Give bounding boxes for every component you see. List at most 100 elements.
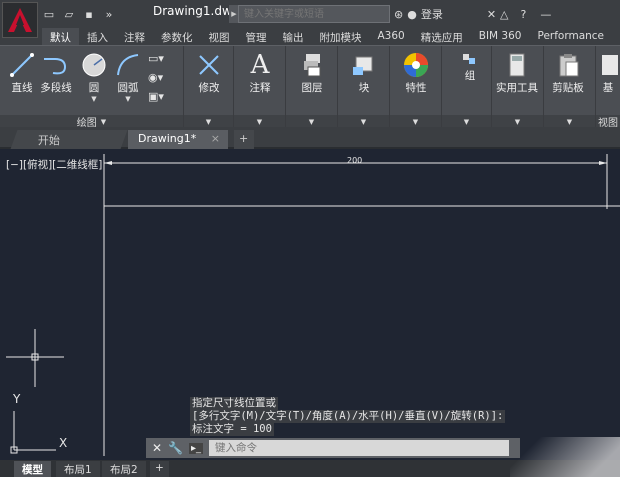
base-label: 基: [602, 82, 614, 94]
text-icon: A: [250, 50, 270, 80]
polyline-label: 多段线: [40, 82, 72, 94]
help-icon[interactable]: ?: [521, 8, 527, 21]
tab-parametric[interactable]: 参数化: [153, 28, 201, 45]
viewport-controls[interactable]: [−][俯视][二维线框]: [6, 157, 102, 172]
tab-a360[interactable]: A360: [370, 28, 413, 45]
ribbon-tab-bar: 默认 插入 注释 参数化 视图 管理 输出 附加模块 A360 精选应用 BIM…: [0, 28, 620, 45]
tab-view[interactable]: 视图: [201, 28, 238, 45]
search-input[interactable]: [238, 5, 390, 23]
document-title: Drawing1.dwg: [153, 4, 240, 18]
tab-insert[interactable]: 插入: [79, 28, 116, 45]
titlebar-tools: ⊛ ● 登录 ✕ △ ? —: [394, 4, 551, 24]
command-input[interactable]: [209, 440, 510, 456]
layers-icon: [304, 54, 321, 77]
layers-label: 图层: [301, 82, 323, 94]
annotation-panel: A 注释 ▼: [234, 46, 286, 128]
tab-addins[interactable]: 附加模块: [312, 28, 370, 45]
group-icon: [463, 54, 475, 64]
arc-label: 圆弧: [117, 82, 139, 94]
start-tab[interactable]: 开始: [10, 130, 128, 149]
layers-tool[interactable]: 图层: [296, 50, 328, 95]
color-wheel-icon: [404, 53, 428, 77]
tab-annotate[interactable]: 注释: [116, 28, 153, 45]
move-icon: [199, 55, 219, 75]
draw-panel: 直线 多段线 圆 ▼ 圆弧 ▼ ▭▾ ◉▾ ▣▾ 绘图 ▼: [0, 46, 184, 129]
close-command-icon[interactable]: ✕: [152, 441, 162, 455]
command-line: ✕ 🔧 ▸_: [146, 438, 520, 458]
tab-bim360[interactable]: BIM 360: [471, 28, 530, 45]
new-layout-button[interactable]: +: [150, 461, 169, 477]
autocad-logo-icon: [8, 8, 32, 32]
a360-icon[interactable]: △: [500, 8, 508, 21]
utilities-tool[interactable]: 实用工具: [496, 50, 538, 95]
line-label: 直线: [11, 82, 33, 94]
ribbon-panel: 直线 多段线 圆 ▼ 圆弧 ▼ ▭▾ ◉▾ ▣▾ 绘图 ▼ 修改 ▼ A 注释 …: [0, 45, 620, 129]
block-panel: 块 ▼: [338, 46, 390, 128]
command-history: 指定尺寸线位置或 [多行文字(M)/文字(T)/角度(A)/水平(H)/垂直(V…: [190, 397, 520, 436]
more-tools-icon[interactable]: »: [100, 4, 118, 24]
command-prompt-icon[interactable]: ▸_: [189, 442, 204, 454]
polyline-icon: [44, 58, 67, 75]
tab-performance[interactable]: Performance: [529, 28, 612, 45]
command-history-line: [多行文字(M)/文字(T)/角度(A)/水平(H)/垂直(V)/旋转(R)]:: [190, 410, 506, 423]
close-tab-icon[interactable]: ×: [211, 132, 220, 145]
polyline-tool[interactable]: 多段线: [40, 50, 72, 95]
open-file-icon[interactable]: ▱: [60, 4, 78, 24]
layout1-tab[interactable]: 布局1: [56, 461, 100, 477]
binoculars-icon[interactable]: ⊛: [394, 8, 403, 21]
circle-icon: [82, 53, 106, 77]
line-tool[interactable]: 直线: [6, 50, 38, 95]
layout2-tab[interactable]: 布局2: [102, 461, 146, 477]
group-tool[interactable]: 组: [454, 50, 486, 83]
rectangle-icon[interactable]: ▭▾: [148, 52, 164, 65]
properties-tool[interactable]: 特性: [400, 50, 432, 95]
clipboard-tool[interactable]: 剪贴板: [552, 50, 584, 95]
drawing-tab[interactable]: Drawing1* ×: [128, 130, 228, 149]
clipboard-panel: 剪贴板 ▼: [544, 46, 596, 128]
ucs-x-label: X: [59, 436, 68, 450]
modify-tool[interactable]: 修改: [193, 50, 225, 95]
group-panel: 组 ▼: [442, 46, 492, 128]
sign-in-link[interactable]: 登录: [421, 6, 443, 22]
model-tab[interactable]: 模型: [14, 461, 51, 477]
quick-access-toolbar: ▭ ▱ ▪ »: [40, 4, 118, 24]
crosshair-cursor: [6, 329, 64, 387]
minimize-icon[interactable]: —: [540, 8, 551, 21]
user-icon[interactable]: ●: [407, 8, 417, 21]
view-panel: 基 视图: [596, 46, 620, 129]
modify-label: 修改: [198, 82, 220, 94]
circle-tool[interactable]: 圆 ▼: [78, 50, 110, 103]
annotation-label: 注释: [249, 82, 271, 94]
start-tab-label: 开始: [37, 134, 60, 147]
file-tab-bar: 开始 Drawing1* × +: [0, 127, 620, 149]
modify-panel: 修改 ▼: [184, 46, 234, 128]
ucs-icon: [10, 411, 56, 454]
clipboard-label: 剪贴板: [552, 82, 584, 94]
base-tool[interactable]: 基: [598, 50, 618, 95]
annotation-tool[interactable]: A 注释: [244, 50, 276, 95]
block-icon: [353, 56, 373, 75]
utilities-panel: 实用工具 ▼: [492, 46, 544, 128]
base-view-icon: [602, 55, 618, 75]
region-icon[interactable]: ▣▾: [148, 90, 164, 103]
hatch-icon[interactable]: ◉▾: [148, 71, 164, 84]
block-tool[interactable]: 块: [348, 50, 380, 95]
block-label: 块: [358, 82, 370, 94]
tab-manage[interactable]: 管理: [238, 28, 275, 45]
new-tab-button[interactable]: +: [234, 130, 254, 149]
tab-default[interactable]: 默认: [42, 28, 79, 45]
properties-panel: 特性 ▼: [390, 46, 442, 128]
customize-wrench-icon[interactable]: 🔧: [168, 441, 183, 455]
new-file-icon[interactable]: ▭: [40, 4, 58, 24]
ucs-y-label: Y: [13, 392, 21, 406]
tab-output[interactable]: 输出: [275, 28, 312, 45]
tab-featured-apps[interactable]: 精选应用: [413, 28, 471, 45]
exchange-icon[interactable]: ✕: [487, 8, 496, 21]
application-menu-button[interactable]: [2, 2, 38, 38]
save-icon[interactable]: ▪: [80, 4, 98, 24]
line-icon: [10, 53, 34, 77]
circle-label: 圆: [88, 82, 100, 94]
arc-icon: [117, 54, 139, 76]
command-history-line: 标注文字 = 100: [190, 423, 274, 436]
arc-tool[interactable]: 圆弧 ▼: [112, 50, 144, 103]
